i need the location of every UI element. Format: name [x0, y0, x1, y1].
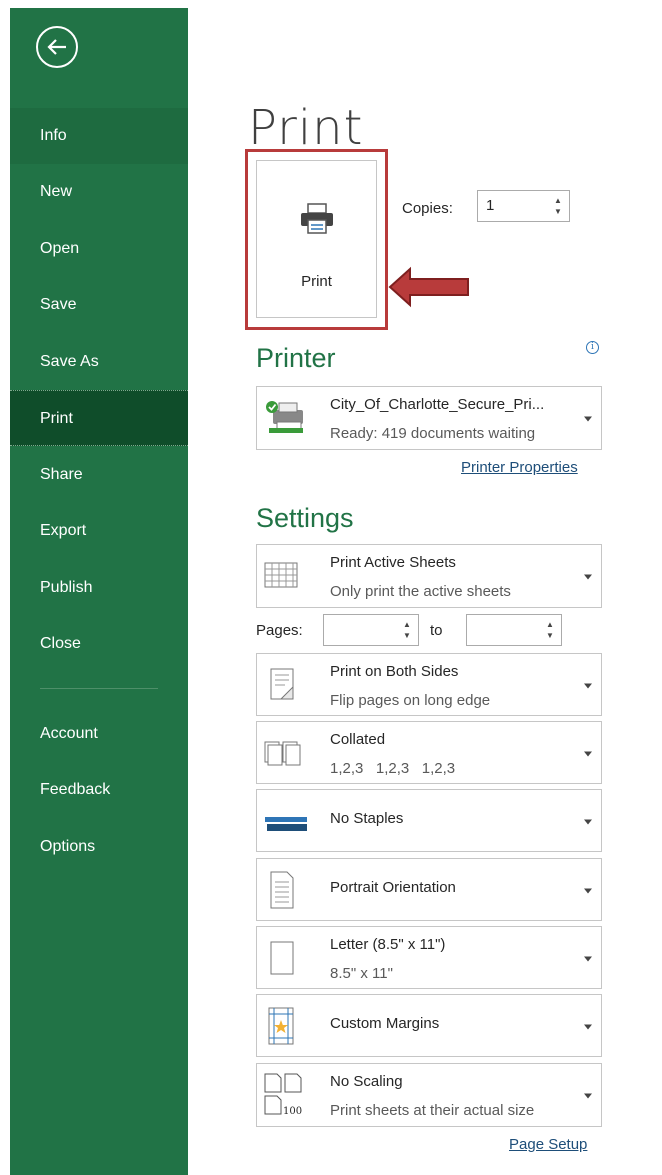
stapler-icon: [265, 816, 307, 831]
chevron-down-icon: [584, 574, 592, 580]
chevron-down-icon: [584, 819, 592, 824]
paper-size-dropdown[interactable]: Letter (8.5" x 11") 8.5" x 11": [256, 926, 602, 989]
setting-line1: Custom Margins: [330, 1015, 440, 1032]
staples-dropdown[interactable]: No Staples: [256, 789, 602, 852]
setting-line1: Print Active Sheets: [330, 554, 456, 571]
chevron-down-icon: [584, 1093, 592, 1099]
duplex-icon: [270, 668, 294, 699]
nav-item-account[interactable]: Account: [10, 706, 188, 762]
red-arrow-annotation: [388, 266, 469, 308]
printer-icon: [301, 203, 333, 234]
setting-line2: 1,2,3 1,2,3 1,2,3: [330, 760, 456, 777]
nav-item-share[interactable]: Share: [10, 447, 188, 503]
spinner-arrows-icon[interactable]: ▲ ▼: [402, 619, 412, 641]
copies-stepper[interactable]: 1 ▲ ▼: [477, 190, 570, 222]
printer-ready-icon: [266, 401, 303, 433]
nav-item-print[interactable]: Print: [10, 390, 188, 446]
printer-properties-link[interactable]: Printer Properties: [461, 459, 578, 476]
setting-line2: Only print the active sheets: [330, 583, 511, 600]
back-arrow-circle-icon[interactable]: [36, 26, 78, 68]
svg-text:100: 100: [283, 1106, 302, 1117]
settings-heading: Settings: [256, 503, 354, 533]
spinner-arrows-icon[interactable]: ▲ ▼: [553, 195, 563, 217]
setting-line1: No Staples: [330, 810, 404, 827]
portrait-page-icon: [270, 871, 294, 908]
pages-from-input[interactable]: ▲ ▼: [323, 614, 419, 646]
setting-line1: Collated: [330, 731, 386, 748]
nav-item-options[interactable]: Options: [10, 819, 188, 875]
margins-dropdown[interactable]: Custom Margins: [256, 994, 602, 1057]
print-button-label: Print: [301, 273, 332, 290]
nav-divider: [40, 688, 158, 689]
pages-to-label: to: [430, 622, 443, 639]
backstage-sidebar: Info New Open Save Save As Print Share E…: [10, 8, 188, 1175]
pages-label: Pages:: [256, 622, 303, 639]
nav-item-publish[interactable]: Publish: [10, 560, 188, 616]
printer-name: City_Of_Charlotte_Secure_Pri...: [330, 396, 545, 413]
nav-item-feedback[interactable]: Feedback: [10, 762, 188, 818]
info-icon[interactable]: i: [586, 341, 599, 354]
setting-line1: Letter (8.5" x 11"): [330, 936, 446, 953]
print-what-dropdown[interactable]: Print Active Sheets Only print the activ…: [256, 544, 602, 608]
nav-item-open[interactable]: Open: [10, 221, 188, 277]
print-button[interactable]: Print: [256, 160, 377, 318]
chevron-down-icon: [584, 956, 592, 961]
chevron-down-icon: [584, 751, 592, 756]
setting-line1: Portrait Orientation: [330, 879, 456, 896]
setting-line2: Print sheets at their actual size: [330, 1102, 535, 1119]
printer-status: Ready: 419 documents waiting: [330, 425, 536, 442]
page-title: Print: [248, 100, 364, 156]
pages-to-input[interactable]: ▲ ▼: [466, 614, 562, 646]
collated-icon: [264, 741, 301, 765]
duplex-dropdown[interactable]: Print on Both Sides Flip pages on long e…: [256, 653, 602, 716]
setting-line2: 8.5" x 11": [330, 965, 393, 982]
chevron-down-icon: [584, 416, 592, 422]
printer-heading: Printer: [256, 343, 336, 373]
scaling-dropdown[interactable]: 100 No Scaling Print sheets at their act…: [256, 1063, 602, 1127]
orientation-dropdown[interactable]: Portrait Orientation: [256, 858, 602, 921]
printer-dropdown[interactable]: City_Of_Charlotte_Secure_Pri... Ready: 4…: [256, 386, 602, 450]
margins-icon: [268, 1007, 294, 1044]
scaling-icon: 100: [264, 1073, 302, 1117]
setting-line2: Flip pages on long edge: [330, 692, 491, 709]
nav-item-save[interactable]: Save: [10, 277, 188, 333]
page-setup-link[interactable]: Page Setup: [509, 1136, 587, 1153]
setting-line1: Print on Both Sides: [330, 663, 459, 680]
setting-line1: No Scaling: [330, 1073, 403, 1090]
copies-label: Copies:: [402, 200, 453, 217]
spinner-arrows-icon[interactable]: ▲ ▼: [545, 619, 555, 641]
nav-item-info[interactable]: Info: [10, 108, 188, 164]
nav-item-save-as[interactable]: Save As: [10, 334, 188, 390]
chevron-down-icon: [584, 888, 592, 893]
collation-dropdown[interactable]: Collated 1,2,3 1,2,3 1,2,3: [256, 721, 602, 784]
nav-item-export[interactable]: Export: [10, 503, 188, 559]
sheets-grid-icon: [264, 562, 298, 588]
nav-item-close[interactable]: Close: [10, 616, 188, 672]
chevron-down-icon: [584, 1024, 592, 1029]
paper-size-icon: [270, 941, 294, 974]
nav-item-new[interactable]: New: [10, 164, 188, 220]
chevron-down-icon: [584, 683, 592, 688]
copies-value: 1: [486, 197, 495, 214]
